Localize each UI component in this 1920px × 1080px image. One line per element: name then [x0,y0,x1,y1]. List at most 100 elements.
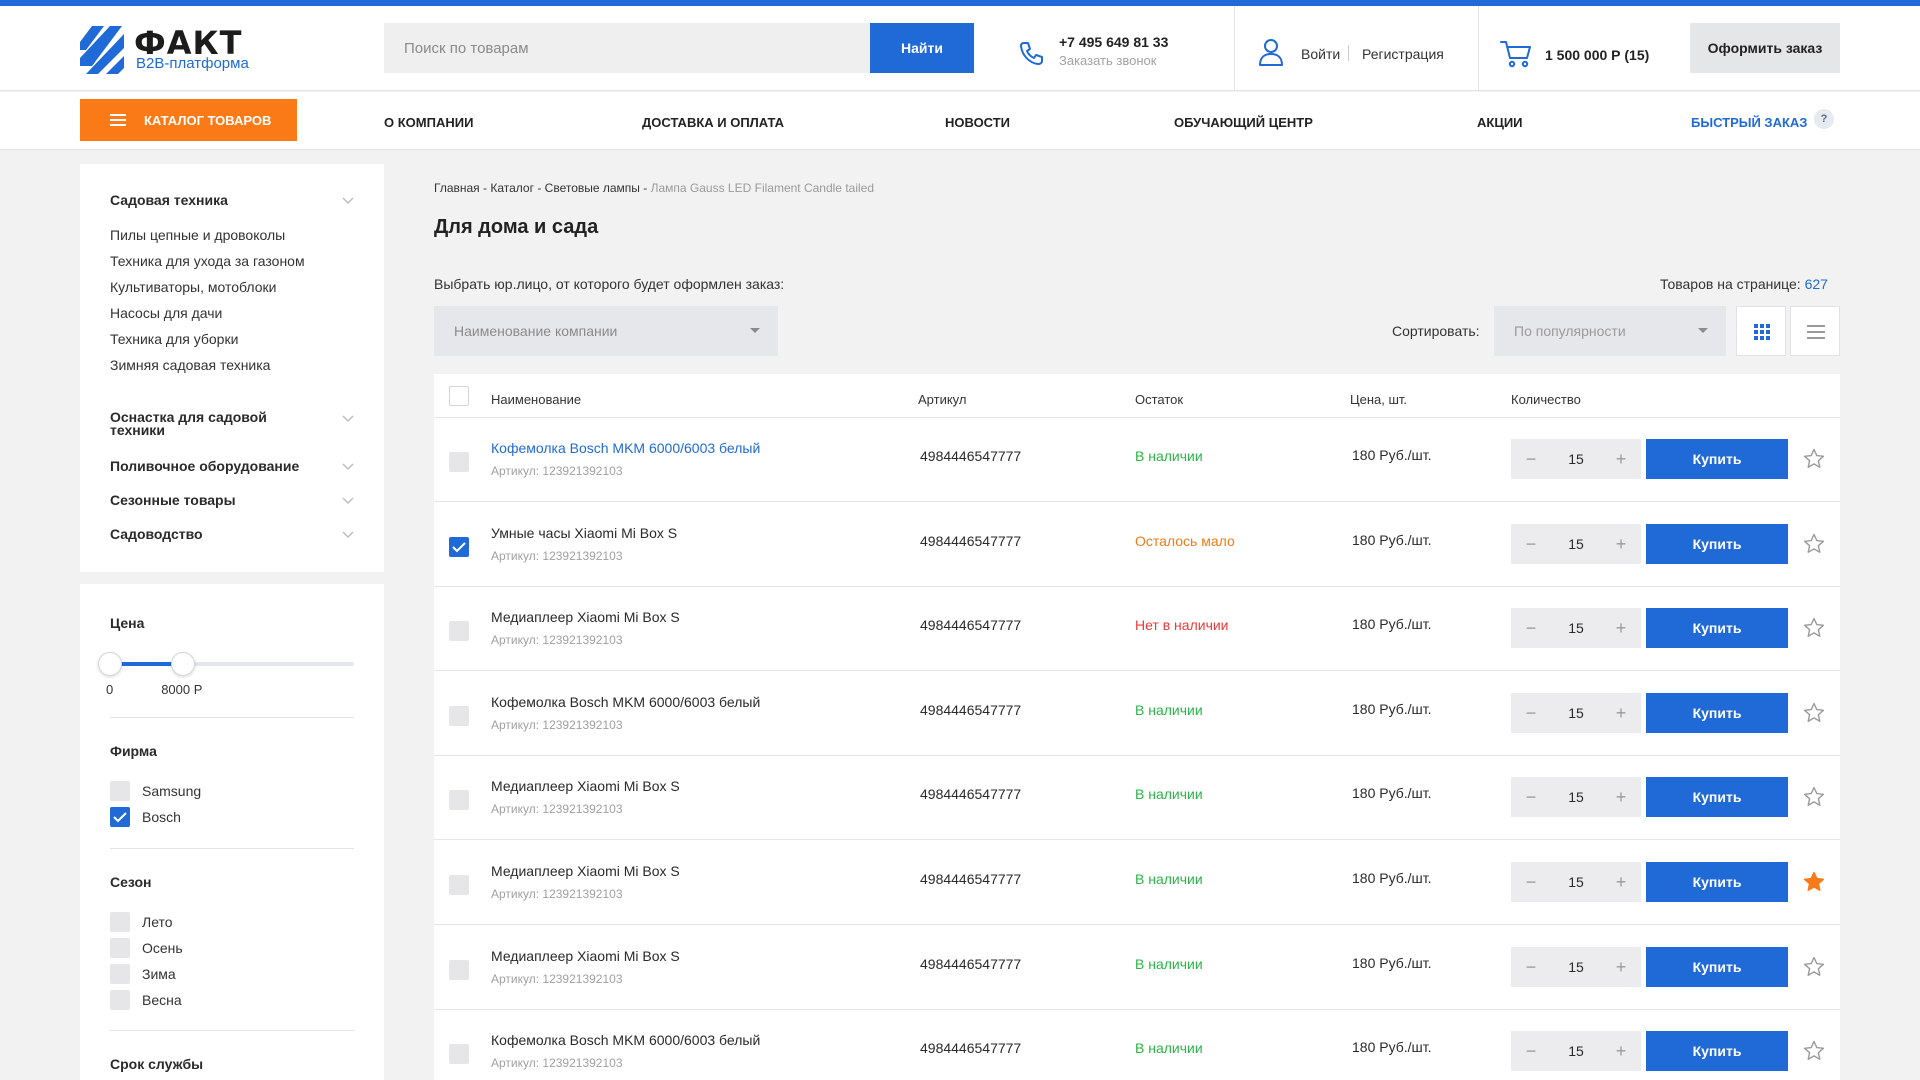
row-checkbox[interactable] [449,621,469,642]
quantity-value[interactable]: 15 [1551,1031,1601,1071]
quantity-increase-button[interactable]: + [1601,1031,1641,1071]
chevron-down-icon[interactable] [342,415,354,423]
product-name[interactable]: Умные часы Xiaomi Mi Box S [491,525,677,541]
quantity-decrease-button[interactable]: − [1511,439,1551,479]
row-checkbox[interactable] [449,705,469,726]
quick-order-link[interactable]: БЫСТРЫЙ ЗАКАЗ [1691,115,1807,130]
buy-button[interactable]: Купить [1646,946,1788,987]
breadcrumb-home[interactable]: Главная [434,181,480,195]
chevron-down-icon[interactable] [342,497,354,505]
quantity-decrease-button[interactable]: − [1511,862,1551,902]
category-group-garden-tech[interactable]: Садовая техника [110,193,228,207]
quantity-value[interactable]: 15 [1551,608,1601,648]
star-icon[interactable] [1803,617,1825,639]
quick-order-help-icon[interactable]: ? [1814,109,1834,129]
column-header-name[interactable]: Наименование [491,392,581,407]
product-name[interactable]: Медиаплеер Xiaomi Mi Box S [491,778,680,794]
star-icon[interactable] [1803,1040,1825,1062]
breadcrumb-lamps[interactable]: Световые лампы [545,181,640,195]
login-link[interactable]: Войти [1301,46,1340,62]
quantity-increase-button[interactable]: + [1601,524,1641,564]
product-name[interactable]: Медиаплеер Xiaomi Mi Box S [491,609,680,625]
quantity-increase-button[interactable]: + [1601,862,1641,902]
callback-link[interactable]: Заказать звонок [1059,53,1156,68]
brand-checkbox[interactable] [110,781,130,801]
category-item[interactable]: Зимняя садовая техника [110,357,270,373]
category-item[interactable]: Пилы цепные и дровоколы [110,227,285,243]
star-icon[interactable] [1803,702,1825,724]
quantity-decrease-button[interactable]: − [1511,693,1551,733]
season-checkbox[interactable] [110,964,130,984]
category-item[interactable]: Техника для уборки [110,331,238,347]
nav-link-delivery[interactable]: ДОСТАВКА И ОПЛАТА [642,115,784,130]
buy-button[interactable]: Купить [1646,439,1788,479]
season-checkbox[interactable] [110,912,130,932]
season-checkbox[interactable] [110,938,130,958]
register-link[interactable]: Регистрация [1362,46,1444,62]
row-checkbox[interactable] [449,452,469,472]
column-header-stock[interactable]: Остаток [1135,392,1183,407]
quantity-value[interactable]: 15 [1551,693,1601,733]
star-icon[interactable] [1803,956,1825,978]
checkout-button[interactable]: Оформить заказ [1690,23,1840,73]
sort-select[interactable]: По популярности [1494,306,1726,356]
chevron-down-icon[interactable] [342,463,354,471]
category-group-watering[interactable]: Поливочное оборудование [110,459,299,473]
quantity-value[interactable]: 15 [1551,524,1601,564]
row-checkbox[interactable] [449,875,469,895]
row-checkbox[interactable] [449,1044,469,1065]
category-group-seasonal[interactable]: Сезонные товары [110,493,236,507]
select-all-checkbox[interactable] [449,386,469,406]
category-item[interactable]: Насосы для дачи [110,305,222,321]
price-slider-min-handle[interactable] [98,652,122,676]
catalog-button[interactable]: КАТАЛОГ ТОВАРОВ [80,99,297,141]
price-slider-max-handle[interactable] [171,652,196,676]
company-select[interactable]: Наименование компании [434,306,778,356]
product-name[interactable]: Медиаплеер Xiaomi Mi Box S [491,948,680,964]
nav-link-company[interactable]: О КОМПАНИИ [384,115,473,130]
row-checkbox[interactable] [449,959,469,980]
quantity-decrease-button[interactable]: − [1511,524,1551,564]
nav-link-news[interactable]: НОВОСТИ [945,115,1010,130]
chevron-down-icon[interactable] [342,197,354,205]
grid-view-button[interactable] [1736,306,1786,356]
quantity-value[interactable]: 15 [1551,862,1601,902]
quantity-decrease-button[interactable]: − [1511,947,1551,987]
quantity-increase-button[interactable]: + [1601,777,1641,817]
buy-button[interactable]: Купить [1646,1031,1788,1072]
product-name[interactable]: Медиаплеер Xiaomi Mi Box S [491,863,680,879]
nav-link-promotions[interactable]: АКЦИИ [1477,115,1523,130]
brand-checkbox[interactable] [110,807,130,827]
phone-number[interactable]: +7 495 649 81 33 [1059,34,1168,50]
quantity-increase-button[interactable]: + [1601,947,1641,987]
buy-button[interactable]: Купить [1646,523,1788,564]
star-icon[interactable] [1803,871,1825,893]
product-name[interactable]: Кофемолка Bosch MKM 6000/6003 белый [491,694,760,710]
per-page-value[interactable]: 627 [1805,276,1828,292]
buy-button[interactable]: Купить [1646,777,1788,818]
column-header-sku[interactable]: Артикул [918,392,966,407]
quantity-increase-button[interactable]: + [1601,608,1641,648]
star-icon[interactable] [1803,786,1825,808]
breadcrumb-catalog[interactable]: Каталог [490,181,534,195]
star-icon[interactable] [1803,533,1825,555]
row-checkbox[interactable] [449,790,469,811]
category-group-equipment[interactable]: Оснастка для садовой техники [110,410,310,437]
star-icon[interactable] [1803,448,1825,470]
category-item[interactable]: Культиваторы, мотоблоки [110,279,276,295]
buy-button[interactable]: Купить [1646,608,1788,649]
list-view-button[interactable] [1790,306,1840,356]
search-input[interactable] [384,23,870,73]
row-checkbox[interactable] [449,536,469,557]
category-item[interactable]: Техника для ухода за газоном [110,253,305,269]
chevron-down-icon[interactable] [342,531,354,539]
quantity-decrease-button[interactable]: − [1511,608,1551,648]
column-header-price[interactable]: Цена, шт. [1350,392,1407,407]
search-button[interactable]: Найти [870,23,974,73]
season-checkbox[interactable] [110,990,130,1010]
product-name[interactable]: Кофемолка Bosch MKM 6000/6003 белый [491,440,760,456]
logo[interactable]: ФАКТ B2B-платформа [80,24,280,78]
product-name[interactable]: Кофемолка Bosch MKM 6000/6003 белый [491,1032,760,1048]
quantity-value[interactable]: 15 [1551,947,1601,987]
nav-link-training[interactable]: ОБУЧАЮЩИЙ ЦЕНТР [1174,115,1313,130]
